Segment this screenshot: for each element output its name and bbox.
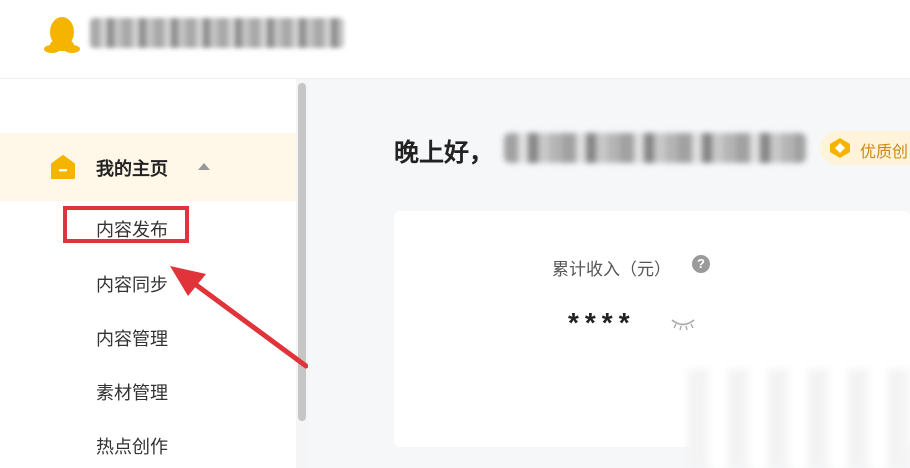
sidebar-item-content-sync[interactable]: 内容同步 bbox=[96, 271, 168, 297]
sidebar-item-material-manage[interactable]: 素材管理 bbox=[96, 379, 168, 405]
blurred-region bbox=[688, 369, 910, 468]
quality-creator-badge[interactable]: 优质创 bbox=[820, 131, 910, 165]
highlight-annotation-box bbox=[63, 206, 189, 243]
income-value: **** bbox=[568, 307, 636, 338]
help-icon[interactable]: ? bbox=[692, 255, 710, 273]
eye-closed-icon[interactable] bbox=[670, 315, 696, 331]
chevron-up-icon[interactable] bbox=[198, 163, 210, 170]
income-label: 累计收入（元） bbox=[552, 260, 671, 279]
sidebar-item-content-manage[interactable]: 内容管理 bbox=[96, 325, 168, 351]
home-icon bbox=[51, 155, 75, 179]
diamond-icon bbox=[830, 138, 850, 158]
quality-badge-label: 优质创 bbox=[860, 144, 909, 161]
annotation-arrow-icon bbox=[170, 266, 309, 369]
main-content: 晚上好， 优质创 累计收入（元） ? **** bbox=[308, 79, 910, 468]
sidebar-item-home[interactable]: 我的主页 bbox=[0, 133, 296, 201]
sidebar-item-home-label: 我的主页 bbox=[96, 159, 168, 179]
user-name-blurred bbox=[504, 133, 806, 163]
sidebar-item-hot-topics[interactable]: 热点创作 bbox=[96, 433, 168, 459]
penguin-icon bbox=[44, 17, 80, 53]
top-header bbox=[0, 0, 910, 79]
greeting-text: 晚上好， bbox=[394, 139, 495, 167]
platform-name-blurred[interactable] bbox=[90, 18, 344, 48]
